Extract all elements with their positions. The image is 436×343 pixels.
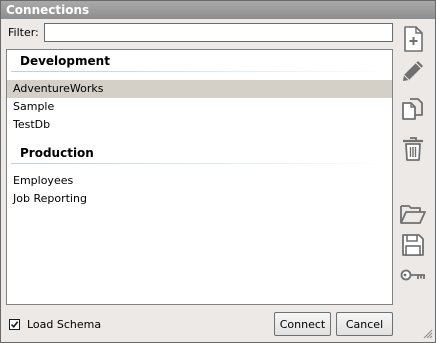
group-header-production: Production — [7, 142, 392, 164]
checkmark-icon — [10, 321, 19, 329]
connection-item-employees[interactable]: Employees — [7, 172, 392, 190]
key-icon — [400, 269, 425, 281]
save-connections-button[interactable] — [399, 231, 427, 259]
group-label: Development — [20, 54, 110, 68]
filter-input[interactable] — [44, 23, 393, 42]
new-connection-button[interactable] — [399, 25, 427, 53]
connection-item-job-reporting[interactable]: Job Reporting — [7, 190, 392, 208]
group-header-development: Development — [7, 50, 392, 72]
connection-item-adventureworks[interactable]: AdventureWorks — [7, 80, 392, 98]
resize-grip-icon[interactable] — [421, 327, 433, 339]
open-folder-icon — [400, 205, 426, 224]
group-divider — [11, 71, 392, 72]
cancel-button[interactable]: Cancel — [336, 312, 393, 336]
title-bar[interactable]: Connections — [1, 1, 435, 19]
save-icon — [402, 234, 424, 256]
load-schema-label: Load Schema — [27, 318, 102, 331]
connect-button[interactable]: Connect — [274, 312, 331, 336]
load-schema-option[interactable]: Load Schema — [9, 317, 101, 332]
edit-icon — [403, 61, 423, 81]
delete-connection-button[interactable] — [399, 135, 427, 163]
new-connection-icon — [404, 26, 423, 52]
connection-item-sample[interactable]: Sample — [7, 98, 392, 116]
copy-icon — [402, 98, 423, 120]
group-divider — [11, 163, 392, 164]
copy-connection-button[interactable] — [399, 95, 427, 123]
connections-list[interactable]: Development AdventureWorks Sample TestDb… — [6, 49, 393, 305]
connection-item-testdb[interactable]: TestDb — [7, 116, 392, 134]
connection-toolbar — [397, 23, 429, 293]
group-label: Production — [20, 146, 94, 160]
connections-dialog: Connections Filter: Development Adventur… — [0, 0, 436, 343]
delete-icon — [403, 137, 423, 161]
filter-label: Filter: — [8, 26, 39, 39]
open-connections-button[interactable] — [399, 200, 427, 228]
load-schema-checkbox[interactable] — [9, 319, 20, 330]
edit-connection-button[interactable] — [399, 57, 427, 85]
credentials-button[interactable] — [399, 261, 427, 289]
